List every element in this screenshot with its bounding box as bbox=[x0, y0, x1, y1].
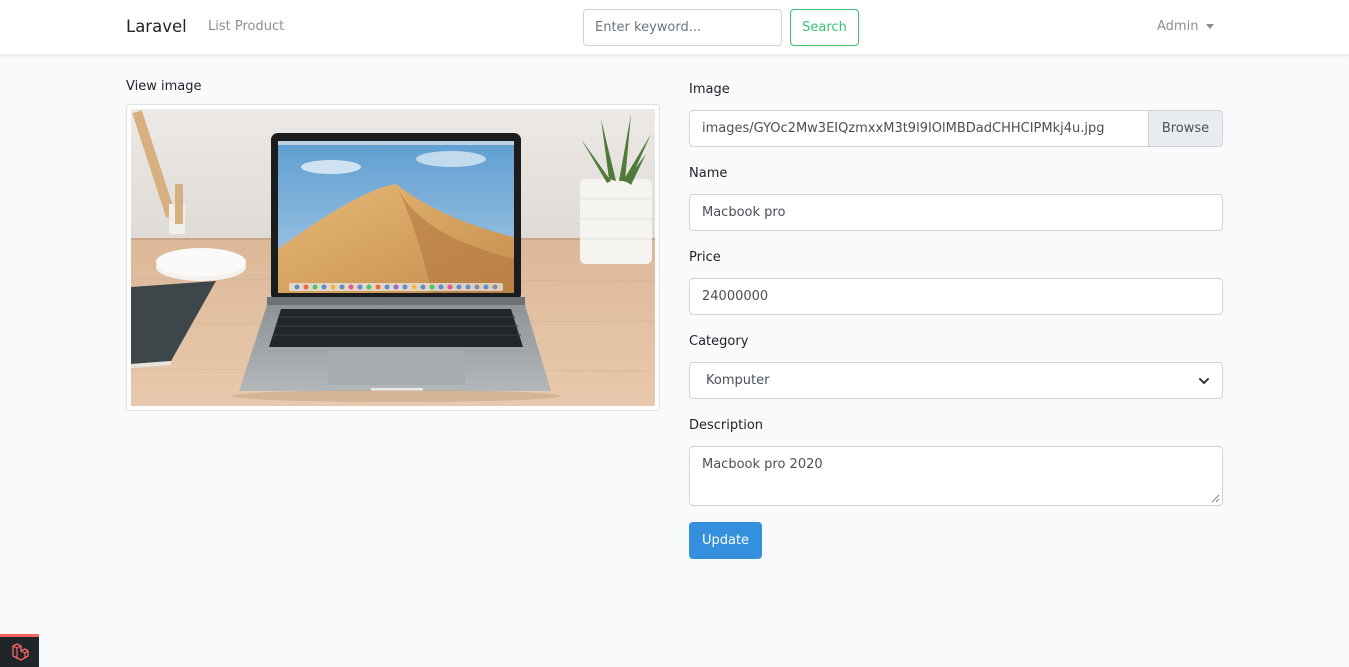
caret-down-icon bbox=[1206, 24, 1215, 29]
description-label: Description bbox=[689, 418, 764, 433]
category-selected-value: Komputer bbox=[706, 373, 770, 388]
search-input[interactable] bbox=[583, 9, 782, 46]
price-input[interactable]: 24000000 bbox=[689, 278, 1223, 315]
chevron-down-icon bbox=[1199, 377, 1209, 384]
laravel-logo-icon bbox=[11, 643, 29, 661]
name-label: Name bbox=[689, 166, 728, 181]
update-button[interactable]: Update bbox=[689, 522, 762, 559]
image-file-input[interactable]: images/GYOc2Mw3EIQzmxxM3t9l9IOlMBDadCHHC… bbox=[689, 110, 1223, 147]
view-image-label: View image bbox=[126, 79, 202, 94]
top-navbar: Laravel List Product Search Admin bbox=[0, 0, 1349, 55]
user-menu-label: Admin bbox=[1157, 19, 1199, 34]
price-label: Price bbox=[689, 250, 721, 265]
name-value: Macbook pro bbox=[702, 205, 786, 220]
image-file-name: images/GYOc2Mw3EIQzmxxM3t9l9IOlMBDadCHHC… bbox=[702, 121, 1105, 136]
laptop-photo bbox=[131, 109, 655, 406]
nav-link-list-product[interactable]: List Product bbox=[208, 19, 284, 34]
price-value: 24000000 bbox=[702, 289, 769, 304]
category-select[interactable]: Komputer bbox=[689, 362, 1223, 399]
brand-link[interactable]: Laravel bbox=[126, 17, 187, 36]
user-menu-dropdown[interactable]: Admin bbox=[1157, 19, 1215, 34]
resize-grip-icon[interactable] bbox=[1211, 494, 1220, 503]
description-value: Macbook pro 2020 bbox=[702, 457, 823, 472]
debugbar-toggle[interactable] bbox=[0, 634, 39, 667]
description-textarea[interactable]: Macbook pro 2020 bbox=[689, 446, 1223, 506]
browse-button[interactable]: Browse bbox=[1148, 111, 1222, 146]
product-image-preview bbox=[126, 104, 660, 411]
category-label: Category bbox=[689, 334, 749, 349]
image-label: Image bbox=[689, 82, 730, 97]
name-input[interactable]: Macbook pro bbox=[689, 194, 1223, 231]
search-button[interactable]: Search bbox=[790, 9, 859, 46]
